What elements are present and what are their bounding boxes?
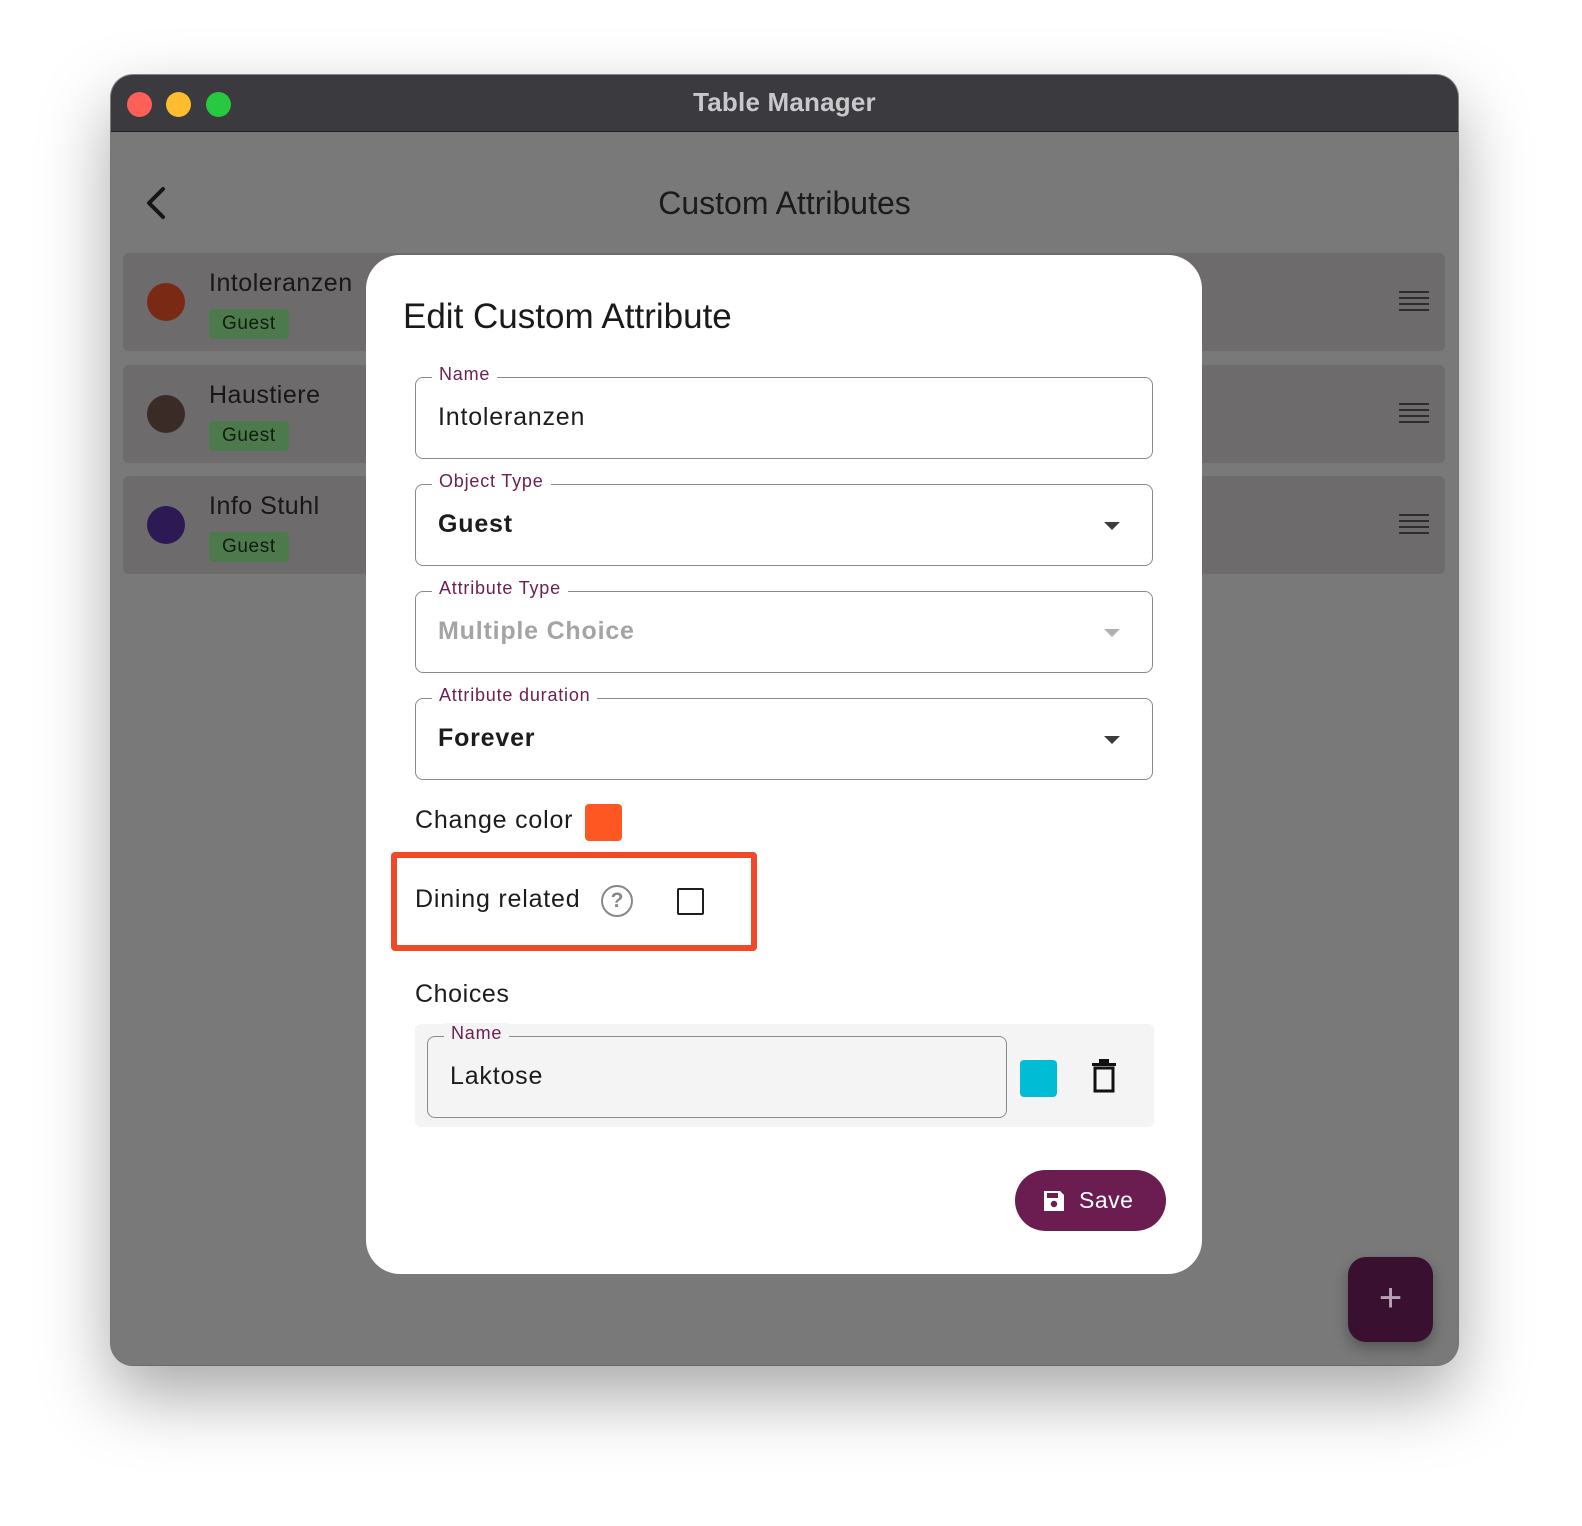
drag-handle-icon[interactable] — [1399, 291, 1429, 313]
name-field-value[interactable]: Intoleranzen — [438, 403, 585, 432]
type-chip: Guest — [209, 421, 289, 451]
page-title: Custom Attributes — [658, 185, 911, 221]
add-attribute-button[interactable]: + — [1348, 1257, 1433, 1342]
attribute-type-select: Attribute Type Multiple Choice — [415, 578, 1153, 673]
object-type-value: Guest — [438, 510, 513, 538]
duration-label: Attribute duration — [432, 685, 598, 706]
type-chip: Guest — [209, 309, 289, 339]
dining-related-checkbox[interactable] — [677, 888, 704, 915]
dialog-title: Edit Custom Attribute — [403, 297, 732, 336]
dining-related-label: Dining related — [415, 885, 581, 913]
object-type-label: Object Type — [432, 471, 551, 492]
window-title: Table Manager — [693, 87, 876, 117]
dropdown-arrow-icon — [1104, 736, 1120, 744]
attribute-name: Intoleranzen — [209, 269, 353, 297]
type-chip: Guest — [209, 532, 289, 562]
object-type-select[interactable]: Object Type Guest — [415, 471, 1153, 566]
save-icon — [1044, 1191, 1064, 1211]
choice-item: Name Laktose — [415, 1023, 1154, 1127]
app-window: Table Manager Custom Attributes Intolera… — [111, 75, 1458, 1365]
help-icon[interactable]: ? — [601, 885, 633, 917]
choices-heading: Choices — [415, 980, 510, 1008]
change-color-label: Change color — [415, 806, 574, 834]
attribute-type-value: Multiple Choice — [438, 617, 635, 645]
attribute-type-label: Attribute Type — [432, 578, 568, 599]
save-button[interactable]: Save — [1015, 1170, 1166, 1231]
attribute-name: Info Stuhl — [209, 492, 320, 520]
edit-attribute-dialog: Edit Custom Attribute Name Intoleranzen … — [366, 255, 1202, 1274]
name-field-label: Name — [432, 364, 498, 385]
color-picker-swatch[interactable] — [585, 804, 622, 841]
dropdown-arrow-icon — [1104, 629, 1120, 637]
drag-handle-icon[interactable] — [1399, 403, 1429, 425]
choice-name-field[interactable]: Name Laktose — [427, 1023, 1007, 1118]
trash-icon[interactable] — [1091, 1059, 1117, 1093]
choice-color-swatch[interactable] — [1020, 1060, 1057, 1097]
attribute-name: Haustiere — [209, 381, 321, 409]
drag-handle-icon[interactable] — [1399, 514, 1429, 536]
dropdown-arrow-icon — [1104, 522, 1120, 530]
color-dot — [147, 395, 185, 433]
choice-name-value[interactable]: Laktose — [450, 1062, 543, 1091]
save-label: Save — [1079, 1187, 1134, 1213]
title-bar: Table Manager — [111, 75, 1458, 132]
choice-name-label: Name — [444, 1023, 510, 1044]
duration-value: Forever — [438, 724, 536, 752]
duration-select[interactable]: Attribute duration Forever — [415, 685, 1153, 780]
color-dot — [147, 283, 185, 321]
color-dot — [147, 506, 185, 544]
name-field[interactable]: Name Intoleranzen — [415, 364, 1153, 459]
